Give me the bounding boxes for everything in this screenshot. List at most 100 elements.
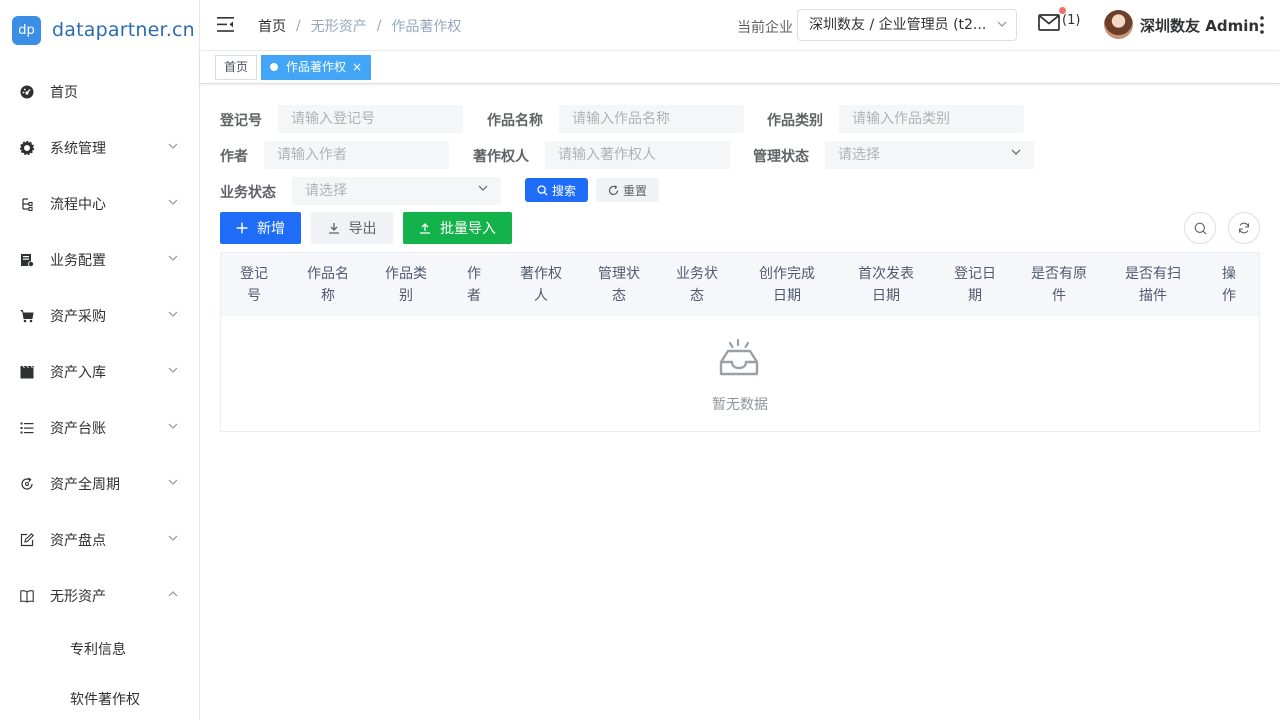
data-table: 登记号 作品名称 作品类别 作者 著作权人 管理状态 业务状态 创作完成 日期 首…: [220, 252, 1260, 432]
column-header-has-scan[interactable]: 是否有扫 描件: [1115, 263, 1191, 307]
column-header-line: 描件: [1139, 288, 1167, 304]
column-header-manage-status[interactable]: 管理状态: [589, 263, 649, 307]
chevron-down-icon: [168, 311, 178, 317]
logo[interactable]: dp datapartner.cn: [0, 0, 199, 60]
sidebar-menu: 首页 系统管理 流程中心 业务配置 资产采购 资产入库 资产台账 资产全周期 资…: [0, 64, 199, 720]
gear-icon: [20, 141, 34, 155]
sidebar-item-label: 无形资产: [50, 589, 106, 605]
book-icon: [20, 589, 34, 603]
search-icon: [537, 184, 548, 195]
column-header-line: 期: [968, 288, 982, 304]
sidebar-item-label: 资产台账: [50, 421, 106, 437]
export-button-label: 导出: [348, 221, 377, 237]
column-header-line: 管理状: [598, 266, 640, 282]
column-header-author[interactable]: 作者: [459, 263, 489, 307]
work-name-input[interactable]: 请输入作品名称: [559, 105, 744, 133]
add-button-label: 新增: [257, 221, 285, 237]
breadcrumb-item-current: 作品著作权: [391, 19, 462, 35]
submenu-item-software-copyright[interactable]: 软件著作权: [0, 674, 199, 720]
company-select[interactable]: 深圳数友 / 企业管理员 (t2...: [797, 9, 1017, 41]
sidebar-item-label: 系统管理: [50, 141, 106, 157]
sidebar-item-workflow[interactable]: 流程中心: [0, 176, 199, 232]
table-header: 登记号 作品名称 作品类别 作者 著作权人 管理状态 业务状态 创作完成 日期 首…: [221, 253, 1259, 316]
business-status-placeholder: 请选择: [305, 183, 347, 199]
column-header-line: 称: [321, 288, 335, 304]
business-status-select[interactable]: 请选择: [292, 177, 501, 205]
more-vertical-icon[interactable]: [1260, 16, 1264, 34]
column-header-line: 业务状: [676, 266, 718, 282]
column-header-line: 别: [399, 288, 413, 304]
column-header-line: 登记: [240, 266, 268, 282]
column-header-owner[interactable]: 著作权人: [511, 263, 571, 307]
breadcrumb-item-home[interactable]: 首页: [258, 16, 286, 36]
sidebar-item-system[interactable]: 系统管理: [0, 120, 199, 176]
mail-count[interactable]: (1): [1062, 13, 1080, 28]
chevron-down-icon: [168, 479, 178, 485]
batch-import-button[interactable]: 批量导入: [403, 212, 512, 244]
sidebar-item-label: 资产全周期: [50, 477, 120, 493]
column-header-line: 号: [247, 288, 261, 304]
reset-button[interactable]: 重置: [596, 178, 659, 202]
column-header-reg-no[interactable]: 登记号: [237, 263, 271, 307]
sidebar-item-inventory[interactable]: 资产盘点: [0, 512, 199, 568]
tag-current[interactable]: 作品著作权 ×: [261, 55, 372, 80]
logo-badge: dp: [12, 15, 41, 45]
owner-input[interactable]: 请输入著作权人: [545, 141, 730, 169]
author-input[interactable]: 请输入作者: [264, 141, 449, 169]
close-icon[interactable]: ×: [352, 60, 362, 74]
search-button[interactable]: 搜索: [525, 178, 588, 202]
refresh-icon: [608, 184, 619, 195]
dashboard-icon: [20, 85, 34, 99]
export-button[interactable]: 导出: [311, 212, 393, 244]
column-header-line: 件: [1052, 288, 1066, 304]
work-category-label: 作品类别: [767, 113, 823, 129]
toggle-search-button[interactable]: [1184, 212, 1216, 244]
column-header-line: 日期: [872, 288, 900, 304]
column-header-line: 创作完成: [759, 266, 815, 282]
column-header-line: 登记日: [954, 266, 996, 282]
reg-no-input[interactable]: 请输入登记号: [278, 105, 463, 133]
sidebar-item-inbound[interactable]: 资产入库: [0, 344, 199, 400]
column-header-has-original[interactable]: 是否有原件: [1021, 263, 1097, 307]
chevron-down-icon: [168, 143, 178, 149]
mail-icon[interactable]: [1038, 14, 1060, 31]
add-button[interactable]: 新增: [220, 212, 301, 244]
column-header-line: 人: [534, 288, 548, 304]
manage-status-select[interactable]: 请选择: [825, 141, 1034, 169]
refresh-table-button[interactable]: [1228, 212, 1260, 244]
list-icon: [20, 421, 34, 435]
submenu-item-patent[interactable]: 专利信息: [0, 624, 199, 674]
column-header-published-date[interactable]: 首次发表 日期: [848, 263, 924, 307]
column-header-line: 首次发表: [858, 266, 914, 282]
breadcrumb-separator: /: [296, 18, 301, 34]
author-label: 作者: [220, 149, 248, 165]
top-navbar: 首页 / 无形资产 / 作品著作权 当前企业 深圳数友 / 企业管理员 (t2.…: [200, 0, 1280, 51]
sidebar-item-purchase[interactable]: 资产采购: [0, 288, 199, 344]
manage-status-placeholder: 请选择: [838, 147, 880, 163]
avatar[interactable]: [1104, 10, 1133, 39]
sidebar-item-ledger[interactable]: 资产台账: [0, 400, 199, 456]
download-icon: [328, 223, 339, 234]
column-header-work-name[interactable]: 作品名称: [299, 263, 357, 307]
active-dot: [270, 63, 278, 71]
menu-fold-icon[interactable]: [217, 17, 234, 32]
tag-home[interactable]: 首页: [215, 55, 258, 80]
workflow-icon: [20, 197, 34, 211]
column-header-work-category[interactable]: 作品类别: [377, 263, 435, 307]
sidebar-item-home[interactable]: 首页: [0, 64, 199, 120]
sidebar-item-label: 资产盘点: [50, 533, 106, 549]
plus-icon: [236, 222, 248, 234]
column-header-line: 态: [690, 288, 704, 304]
username[interactable]: 深圳数友 Admin: [1140, 15, 1259, 36]
column-header-line: 态: [612, 288, 626, 304]
sidebar-item-business-config[interactable]: 业务配置: [0, 232, 199, 288]
sidebar-item-lifecycle[interactable]: 资产全周期: [0, 456, 199, 512]
work-category-input[interactable]: 请输入作品类别: [839, 105, 1024, 133]
empty-text: 暂无数据: [712, 397, 768, 413]
column-header-created-date[interactable]: 创作完成 日期: [749, 263, 825, 307]
batch-import-button-label: 批量导入: [440, 221, 496, 237]
column-header-reg-date[interactable]: 登记日期: [945, 263, 1005, 307]
column-header-business-status[interactable]: 业务状态: [667, 263, 727, 307]
column-header-line: 作: [467, 266, 481, 282]
sidebar-item-intangible[interactable]: 无形资产: [0, 568, 199, 624]
